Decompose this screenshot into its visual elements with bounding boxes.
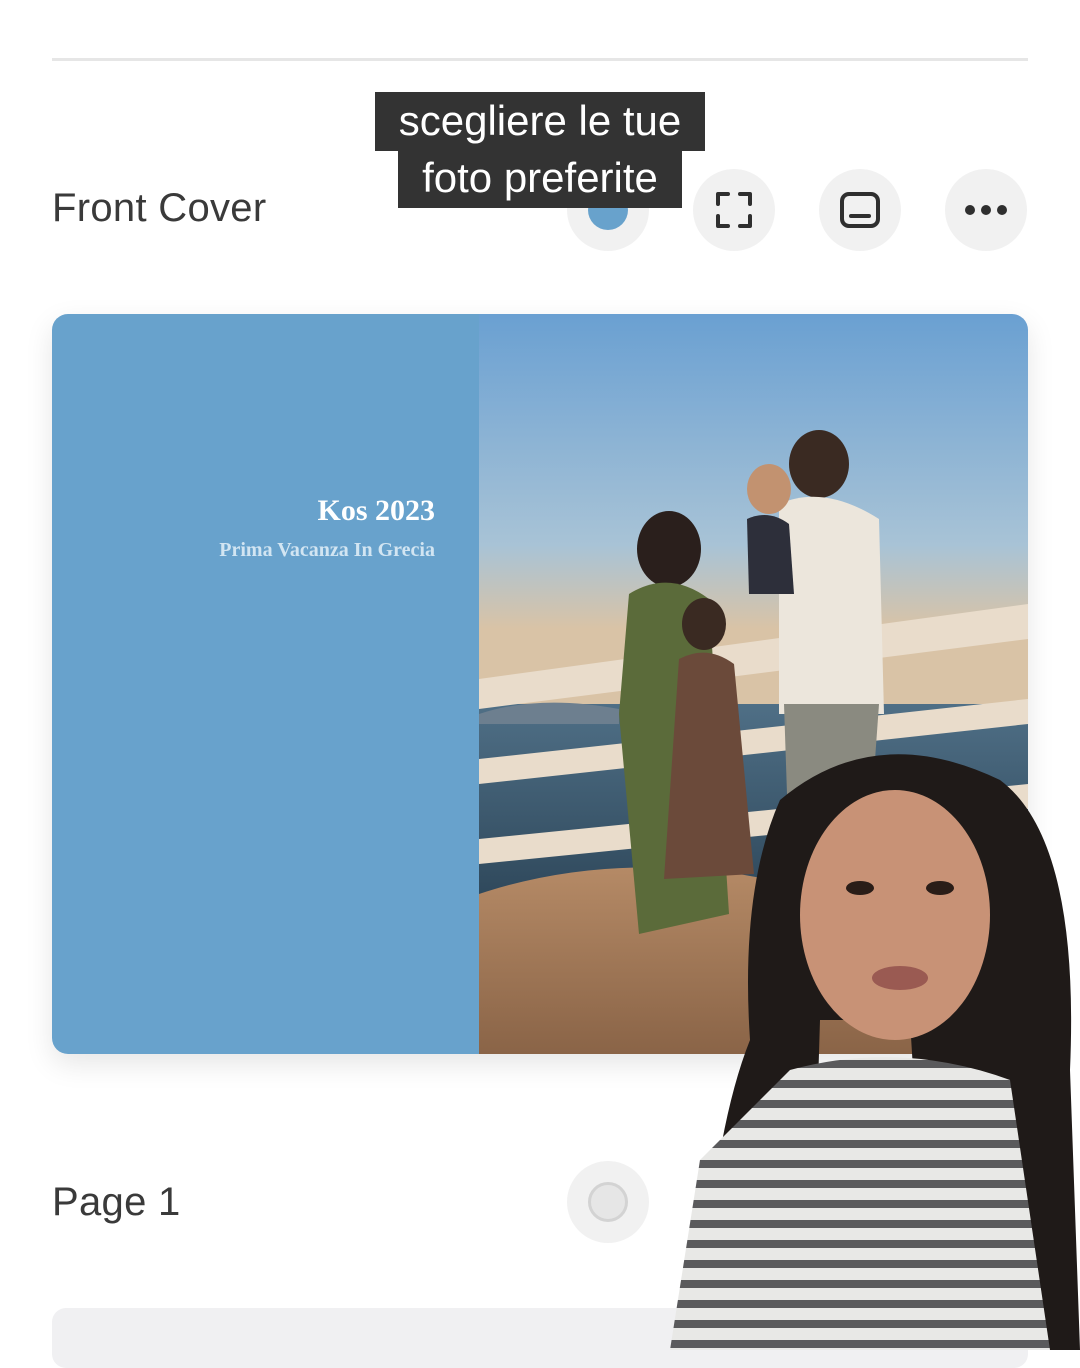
- cover-text-panel[interactable]: Kos 2023 Prima Vacanza In Grecia: [52, 314, 479, 1054]
- page1-color-button[interactable]: [567, 1161, 649, 1243]
- page1-title: Page 1: [52, 1180, 181, 1224]
- video-caption: scegliere le tue foto preferite: [0, 92, 1080, 208]
- presenter-video-overlay: [670, 754, 1080, 1350]
- caption-line-2: foto preferite: [398, 149, 682, 208]
- cover-title[interactable]: Kos 2023: [317, 494, 435, 528]
- top-divider: [52, 58, 1028, 61]
- caption-line-1: scegliere le tue: [374, 92, 706, 151]
- color-dot-icon: [588, 1182, 628, 1222]
- cover-subtitle[interactable]: Prima Vacanza In Grecia: [219, 539, 435, 562]
